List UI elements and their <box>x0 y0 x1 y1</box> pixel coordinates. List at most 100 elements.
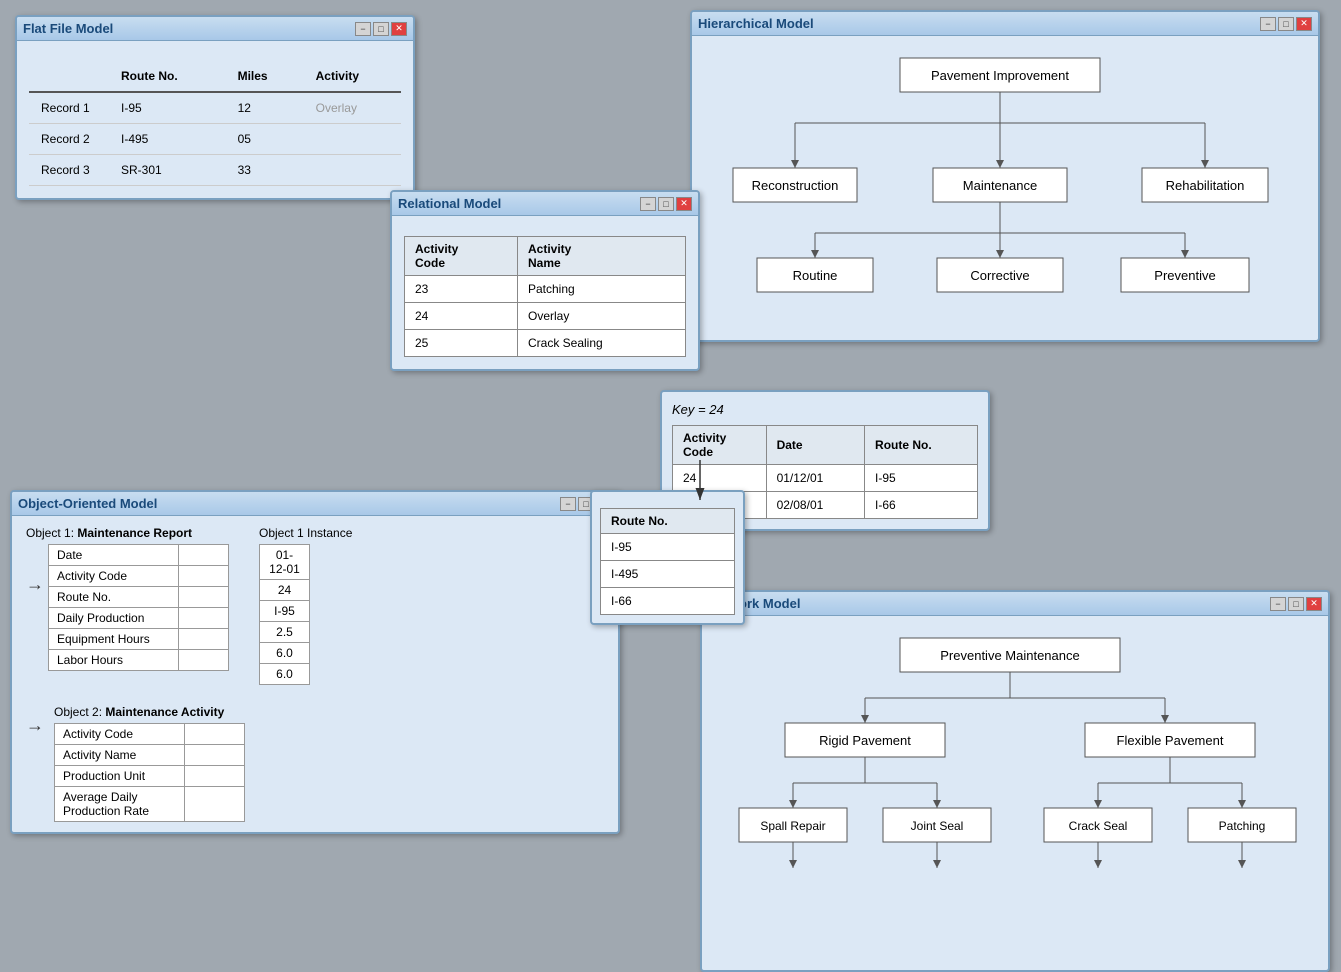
oo-instance-section: Object 1 Instance 01-12-01 24 I-95 2.5 6… <box>259 526 352 685</box>
svg-text:Joint Seal: Joint Seal <box>911 819 964 833</box>
network-controls: − □ ✕ <box>1270 597 1322 611</box>
flat-file-window: Flat File Model − □ ✕ Route No. Miles Ac… <box>15 15 415 200</box>
relational-close[interactable]: ✕ <box>676 197 692 211</box>
hier-maximize[interactable]: □ <box>1278 17 1294 31</box>
rel-row3-name: Crack Sealing <box>517 330 685 357</box>
flat-row-1: Record 1 I-95 12 Overlay <box>29 92 401 124</box>
rel-col-code: ActivityCode <box>405 237 518 276</box>
oo-inst-route: I-95 <box>260 601 310 622</box>
partial-row-3: I-66 <box>601 588 735 615</box>
hierarchy-diagram: Pavement Improvement Reconstruction M <box>715 48 1295 328</box>
oo-inst-labor: 6.0 <box>260 664 310 685</box>
partial-row1-route: I-95 <box>601 534 735 561</box>
key-row1-route: I-95 <box>865 465 978 492</box>
oo-field-actcode: Activity Code <box>49 566 229 587</box>
oo-arrow2: → <box>26 715 50 736</box>
oo-field-route: Route No. <box>49 587 229 608</box>
svg-text:Crack Seal: Crack Seal <box>1069 819 1128 833</box>
oo-inst-date: 01-12-01 <box>260 545 310 580</box>
flat-col-route: Route No. <box>109 61 226 92</box>
flat-file-maximize[interactable]: □ <box>373 22 389 36</box>
hierarchical-content: Pavement Improvement Reconstruction M <box>692 36 1318 340</box>
oo-minimize[interactable]: − <box>560 497 576 511</box>
flat-row-2: Record 2 I-495 05 <box>29 124 401 155</box>
hier-close[interactable]: ✕ <box>1296 17 1312 31</box>
flat-col-empty <box>29 61 109 92</box>
relational-content: ActivityCode ActivityName 23 Patching 24… <box>392 216 698 369</box>
key-row2-route: I-66 <box>865 492 978 519</box>
hier-minimize[interactable]: − <box>1260 17 1276 31</box>
net-minimize[interactable]: − <box>1270 597 1286 611</box>
svg-text:Preventive Maintenance: Preventive Maintenance <box>940 648 1079 663</box>
net-maximize[interactable]: □ <box>1288 597 1304 611</box>
key-row-1: 24 01/12/01 I-95 <box>673 465 978 492</box>
svg-text:Corrective: Corrective <box>970 268 1029 283</box>
network-svg: Preventive Maintenance Rigid Pavement Fl… <box>725 628 1305 948</box>
oo-instance-label: Object 1 Instance <box>259 526 352 540</box>
partial-content: Route No. I-95 I-495 I-66 <box>592 492 743 623</box>
net-close[interactable]: ✕ <box>1306 597 1322 611</box>
oo-field2-actcode: Activity Code <box>55 724 245 745</box>
relational-table: ActivityCode ActivityName 23 Patching 24… <box>404 236 686 357</box>
network-titlebar: Network Model − □ ✕ <box>702 592 1328 616</box>
oo-field-production: Daily Production <box>49 608 229 629</box>
oo-field2-avgrate: Average Daily Production Rate <box>55 787 245 822</box>
rel-row1-name: Patching <box>517 276 685 303</box>
flat-row2-miles: 05 <box>226 124 304 155</box>
flat-row3-miles: 33 <box>226 155 304 186</box>
svg-text:Spall Repair: Spall Repair <box>760 819 825 833</box>
hierarchical-titlebar: Hierarchical Model − □ ✕ <box>692 12 1318 36</box>
relational-window: Relational Model − □ ✕ ActivityCode Acti… <box>390 190 700 371</box>
hierarchical-controls: − □ ✕ <box>1260 17 1312 31</box>
flat-row1-route: I-95 <box>109 92 226 124</box>
flat-file-controls: − □ ✕ <box>355 22 407 36</box>
flat-row1-activity: Overlay <box>304 92 401 124</box>
svg-text:Rigid Pavement: Rigid Pavement <box>819 733 911 748</box>
oo-object1-section: Object 1: Maintenance Report → Date Acti… <box>26 526 229 671</box>
relational-maximize[interactable]: □ <box>658 197 674 211</box>
oo-object1-label: Object 1: Maintenance Report <box>26 526 229 540</box>
svg-text:Reconstruction: Reconstruction <box>752 178 839 193</box>
flat-file-minimize[interactable]: − <box>355 22 371 36</box>
relational-minimize[interactable]: − <box>640 197 656 211</box>
key-label: Key = 24 <box>672 402 978 417</box>
oo-instance-table: 01-12-01 24 I-95 2.5 6.0 6.0 <box>259 544 310 685</box>
relational-title: Relational Model <box>398 196 501 211</box>
oo-field-equipment: Equipment Hours <box>49 629 229 650</box>
oo-arrow1: → <box>26 574 44 595</box>
key-col-route: Route No. <box>865 426 978 465</box>
key-row1-date: 01/12/01 <box>766 465 864 492</box>
partial-window: Route No. I-95 I-495 I-66 <box>590 490 745 625</box>
key-col-code: ActivityCode <box>673 426 767 465</box>
svg-text:Maintenance: Maintenance <box>963 178 1037 193</box>
svg-text:Routine: Routine <box>793 268 838 283</box>
relational-controls: − □ ✕ <box>640 197 692 211</box>
rel-row2-code: 24 <box>405 303 518 330</box>
key-col-date: Date <box>766 426 864 465</box>
flat-row3-route: SR-301 <box>109 155 226 186</box>
rel-col-name: ActivityName <box>517 237 685 276</box>
oo-field2-actname: Activity Name <box>55 745 245 766</box>
flat-file-table: Route No. Miles Activity Record 1 I-95 1… <box>29 61 401 186</box>
flat-file-close[interactable]: ✕ <box>391 22 407 36</box>
partial-table: Route No. I-95 I-495 I-66 <box>600 508 735 615</box>
relational-titlebar: Relational Model − □ ✕ <box>392 192 698 216</box>
key-row1-code: 24 <box>673 465 767 492</box>
oo-object2-arrow-area: → <box>26 705 50 736</box>
oo-object2-label: Object 2: Maintenance Activity <box>54 705 245 719</box>
partial-row2-route: I-495 <box>601 561 735 588</box>
flat-row2-route: I-495 <box>109 124 226 155</box>
oo-content: Object 1: Maintenance Report → Date Acti… <box>12 516 618 832</box>
svg-text:Preventive: Preventive <box>1154 268 1215 283</box>
rel-row1-code: 23 <box>405 276 518 303</box>
partial-col-route: Route No. <box>601 509 735 534</box>
oo-title: Object-Oriented Model <box>18 496 157 511</box>
partial-row3-route: I-66 <box>601 588 735 615</box>
partial-row-2: I-495 <box>601 561 735 588</box>
svg-text:Pavement Improvement: Pavement Improvement <box>931 68 1069 83</box>
flat-col-miles: Miles <box>226 61 304 92</box>
svg-text:Flexible Pavement: Flexible Pavement <box>1117 733 1224 748</box>
oo-object2-table: Activity Code Activity Name Production U… <box>54 723 245 822</box>
flat-row2-label: Record 2 <box>29 124 109 155</box>
flat-file-title: Flat File Model <box>23 21 113 36</box>
